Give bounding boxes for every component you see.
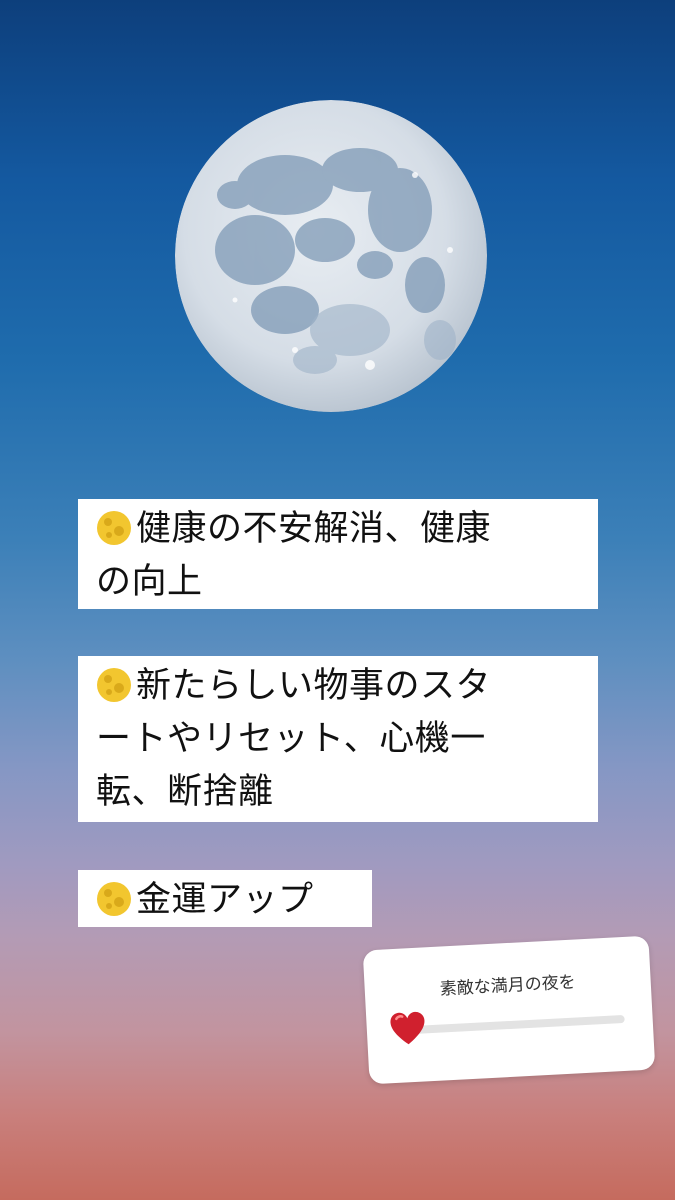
caption-line: 転、断捨離 <box>96 772 274 812</box>
caption-line: 健康の不安解消、健康 <box>96 503 584 556</box>
caption-panel-health: 健康の不安解消、健康 の向上 <box>78 499 598 609</box>
heart-icon[interactable] <box>388 1009 428 1049</box>
full-moon-icon <box>97 882 131 916</box>
moon-photo <box>175 100 487 412</box>
caption-line: ートやリセット、心機一 <box>96 719 486 759</box>
caption-line: の向上 <box>96 562 203 602</box>
caption-panel-new-start: 新たらしい物事のスタ ートやリセット、心機一 転、断捨離 <box>78 656 598 822</box>
caption-line: 新たらしい物事のスタ <box>96 660 584 713</box>
emoji-slider-sticker[interactable]: 素敵な満月の夜を <box>362 935 656 1085</box>
full-moon-icon <box>97 511 131 545</box>
caption-panel-money: 金運アップ <box>78 870 372 927</box>
slider-track[interactable] <box>406 1014 625 1035</box>
full-moon-icon <box>97 668 131 702</box>
slider-question: 素敵な満月の夜を <box>439 972 577 1000</box>
caption-line: 金運アップ <box>96 874 358 927</box>
